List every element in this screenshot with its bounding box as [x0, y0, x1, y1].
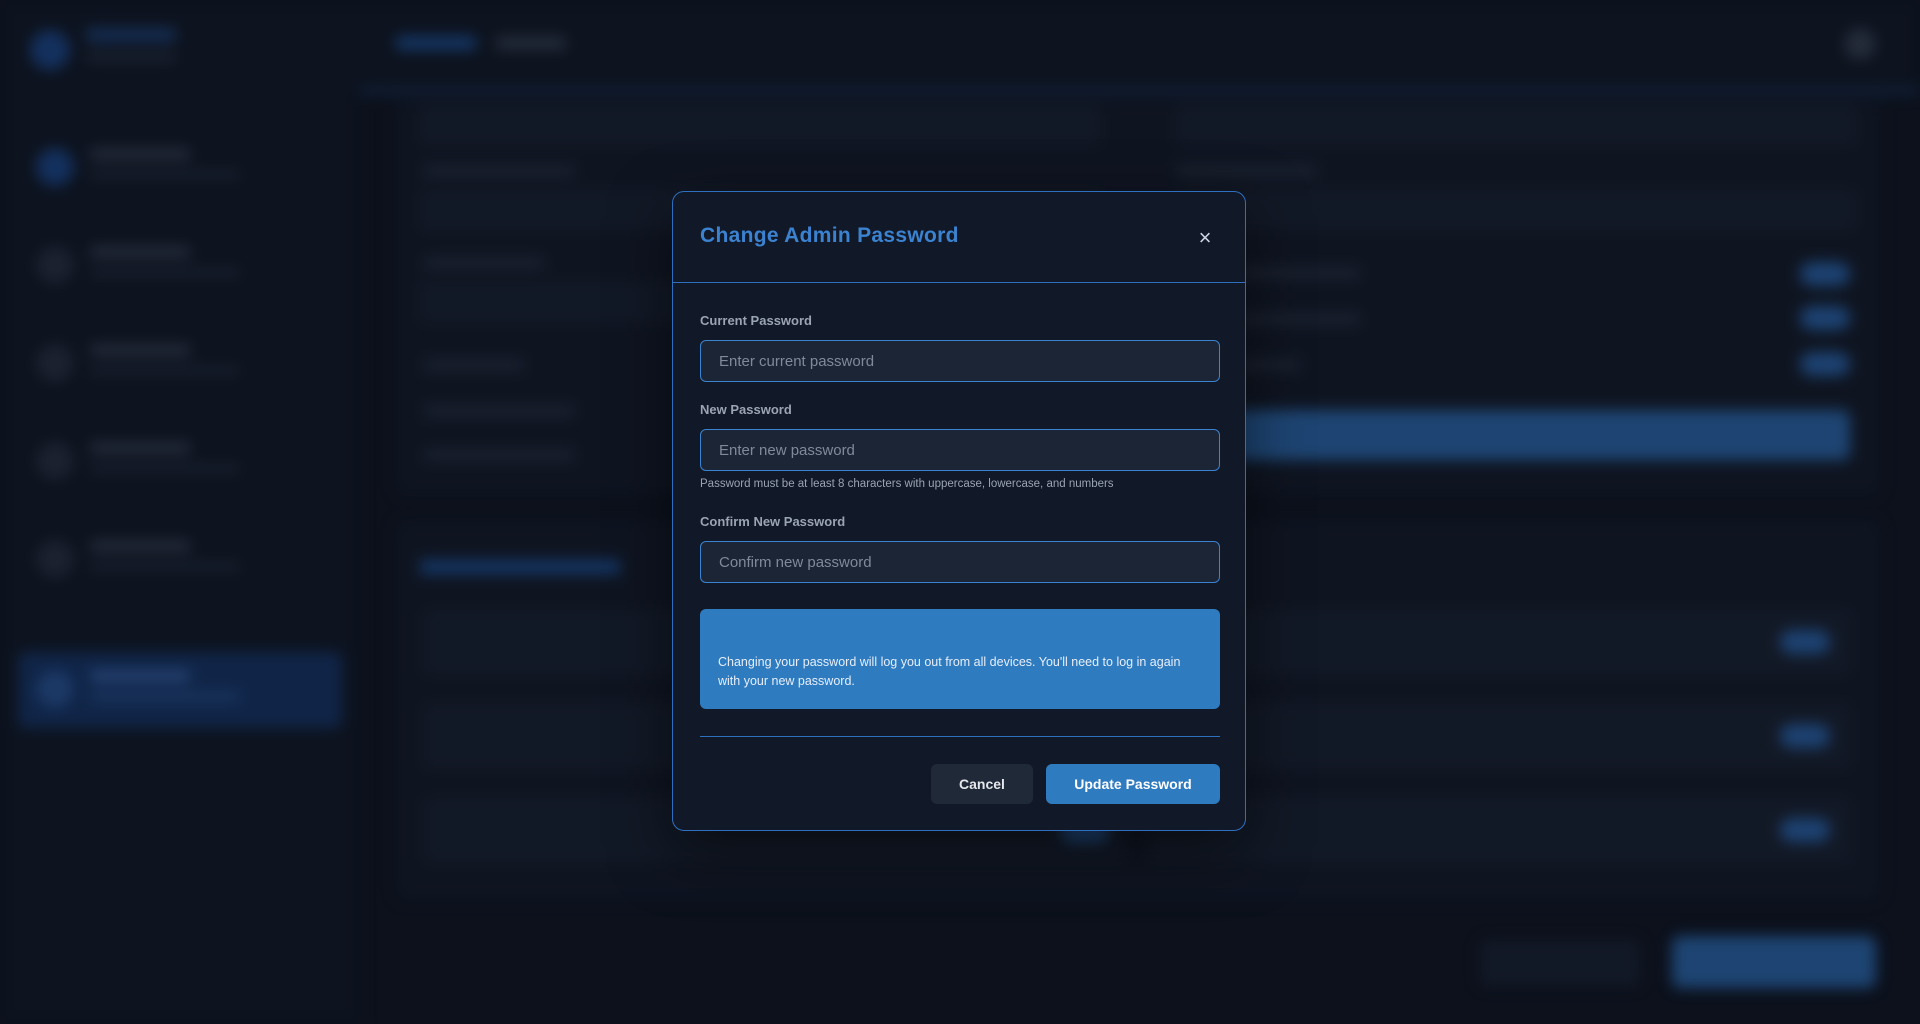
- current-password-label: Current Password: [700, 313, 812, 328]
- confirm-password-label: Confirm New Password: [700, 514, 846, 529]
- dialog-title: Change Admin Password: [700, 224, 959, 247]
- close-icon: ×: [1198, 225, 1212, 250]
- update-password-button[interactable]: Update Password: [1046, 764, 1220, 804]
- new-password-label: New Password: [700, 402, 792, 417]
- new-password-input[interactable]: [700, 429, 1220, 471]
- current-password-input[interactable]: [700, 340, 1220, 382]
- password-requirements-hint: Password must be at least 8 characters w…: [700, 478, 1114, 490]
- confirm-password-input[interactable]: [700, 541, 1220, 583]
- close-button[interactable]: ×: [1193, 225, 1217, 250]
- footer-divider: [700, 736, 1220, 737]
- logout-warning-notice: Changing your password will log you out …: [700, 609, 1220, 709]
- cancel-button[interactable]: Cancel: [931, 764, 1033, 804]
- change-password-dialog: Change Admin Password × Current Password…: [672, 191, 1246, 831]
- dialog-header: Change Admin Password ×: [673, 192, 1245, 283]
